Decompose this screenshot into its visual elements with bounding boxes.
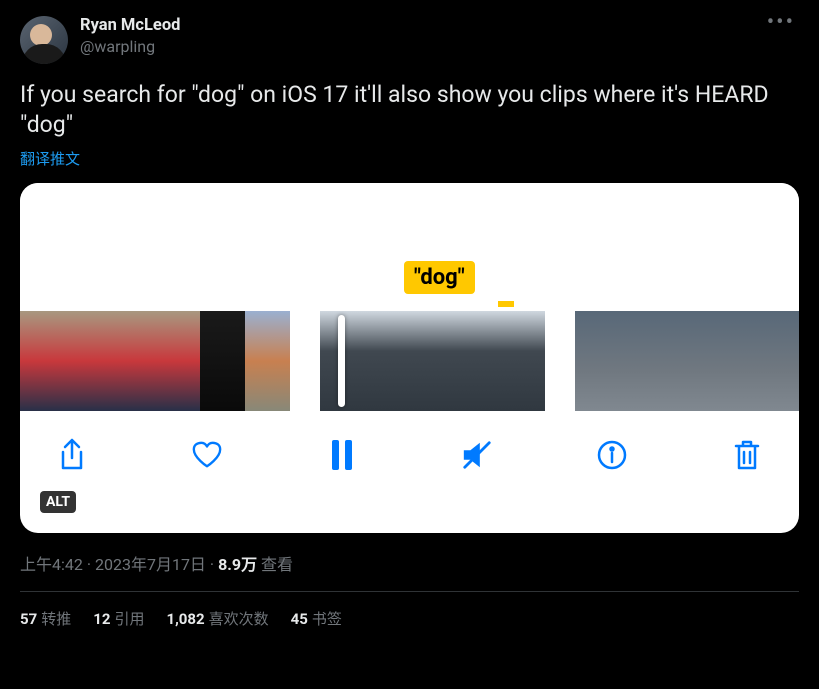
thumbnail bbox=[320, 311, 395, 411]
pause-icon[interactable] bbox=[326, 439, 358, 471]
quotes-stat[interactable]: 12引用 bbox=[93, 608, 144, 629]
thumbnail bbox=[575, 311, 620, 411]
thumbnail bbox=[755, 311, 799, 411]
thumbnail bbox=[200, 311, 245, 411]
avatar[interactable] bbox=[20, 16, 68, 64]
tweet-meta: 上午4:42 · 2023年7月17日 · 8.9万 查看 bbox=[20, 551, 799, 575]
clip-group-3[interactable] bbox=[575, 311, 799, 411]
media-controls bbox=[20, 411, 799, 499]
tweet-header: Ryan McLeod @warpling ••• bbox=[20, 16, 799, 64]
tweet-container: Ryan McLeod @warpling ••• If you search … bbox=[0, 0, 819, 645]
display-name[interactable]: Ryan McLeod bbox=[80, 16, 180, 35]
thumbnail bbox=[110, 311, 155, 411]
thumbnail bbox=[710, 311, 755, 411]
separator: · bbox=[206, 555, 218, 574]
more-icon[interactable]: ••• bbox=[763, 16, 799, 36]
views-count: 8.9万 bbox=[218, 555, 257, 574]
thumbnail-strip bbox=[20, 311, 799, 411]
caption-overlay: "dog" bbox=[404, 261, 475, 294]
thumbnail bbox=[65, 311, 110, 411]
alt-badge[interactable]: ALT bbox=[40, 491, 76, 513]
media-card[interactable]: "dog" bbox=[20, 183, 799, 533]
clip-group-1[interactable] bbox=[20, 311, 290, 411]
thumbnail bbox=[620, 311, 665, 411]
tweet-stats: 57转推 12引用 1,082喜欢次数 45书签 bbox=[20, 592, 799, 645]
trash-icon[interactable] bbox=[731, 439, 763, 471]
thumbnail bbox=[470, 311, 545, 411]
scrubber-handle[interactable] bbox=[338, 315, 345, 407]
thumbnail bbox=[245, 311, 290, 411]
thumbnail bbox=[20, 311, 65, 411]
share-icon[interactable] bbox=[56, 439, 88, 471]
translate-link[interactable]: 翻译推文 bbox=[20, 148, 80, 169]
thumbnail bbox=[665, 311, 710, 411]
info-icon[interactable] bbox=[596, 439, 628, 471]
tweet-date[interactable]: 2023年7月17日 bbox=[95, 555, 206, 574]
tweet-time[interactable]: 上午4:42 bbox=[20, 555, 83, 574]
bookmarks-stat[interactable]: 45书签 bbox=[291, 608, 342, 629]
retweets-stat[interactable]: 57转推 bbox=[20, 608, 71, 629]
heart-icon[interactable] bbox=[191, 439, 223, 471]
separator: · bbox=[83, 555, 95, 574]
user-info: Ryan McLeod @warpling bbox=[20, 16, 180, 64]
views-label[interactable]: 查看 bbox=[261, 555, 293, 574]
user-handle[interactable]: @warpling bbox=[80, 37, 180, 56]
thumbnail bbox=[155, 311, 200, 411]
thumbnail bbox=[395, 311, 470, 411]
likes-stat[interactable]: 1,082喜欢次数 bbox=[166, 608, 268, 629]
timeline-marker bbox=[498, 301, 514, 307]
name-block: Ryan McLeod @warpling bbox=[80, 16, 180, 64]
tweet-text: If you search for "dog" on iOS 17 it'll … bbox=[20, 80, 799, 140]
mute-icon[interactable] bbox=[461, 439, 493, 471]
clip-group-2[interactable] bbox=[320, 311, 545, 411]
